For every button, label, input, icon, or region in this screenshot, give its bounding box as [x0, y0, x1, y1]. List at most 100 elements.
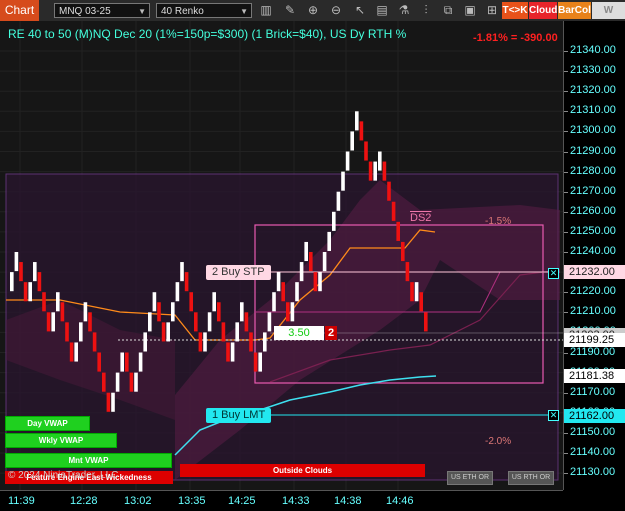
- renko-brick: [396, 221, 400, 241]
- renko-brick: [373, 161, 377, 181]
- y-axis-tick: [564, 71, 568, 73]
- buy-stop-order-tag[interactable]: 2 Buy STP: [206, 265, 271, 280]
- chart-tab[interactable]: Chart: [0, 0, 39, 21]
- us-eth-or-button[interactable]: US ETH OR: [447, 471, 493, 485]
- renko-brick: [359, 121, 364, 141]
- renko-brick: [23, 282, 28, 302]
- cancel-buy-stop-icon[interactable]: ✕: [548, 268, 559, 279]
- renko-brick: [111, 392, 115, 412]
- renko-brick: [263, 332, 267, 352]
- chart-style-icon[interactable]: ⫶: [418, 3, 434, 18]
- bar-chart-icon[interactable]: ▥: [258, 3, 274, 18]
- cancel-buy-limit-icon[interactable]: ✕: [548, 410, 559, 421]
- renko-brick: [166, 322, 170, 342]
- y-axis-label: 21150.00: [570, 425, 616, 438]
- renko-brick: [115, 372, 120, 392]
- renko-brick: [120, 352, 124, 372]
- tk-button[interactable]: T<>K: [502, 2, 528, 19]
- renko-brick: [180, 262, 184, 282]
- renko-brick: [157, 302, 161, 322]
- renko-brick: [226, 342, 230, 362]
- y-axis-label: 21260.00: [570, 204, 616, 217]
- indicators-icon[interactable]: ⊞: [484, 3, 500, 18]
- renko-brick: [152, 292, 157, 312]
- zoom-out-icon[interactable]: ⊖: [328, 3, 344, 18]
- period-label: 40 Renko: [161, 6, 204, 17]
- us-rth-or-button[interactable]: US RTH OR: [508, 471, 554, 485]
- y-axis-tick: [564, 392, 568, 394]
- x-axis-label: 12:28: [70, 495, 98, 507]
- y-axis-label: 21340.00: [570, 44, 616, 56]
- renko-brick: [56, 292, 60, 312]
- time-axis[interactable]: 11:39 12:28 13:02 13:35 14:25 14:33 14:38 14:46: [0, 490, 563, 511]
- renko-brick: [336, 191, 341, 211]
- renko-brick: [345, 151, 350, 171]
- y-axis-tick: [564, 111, 568, 113]
- y-axis-tick: [564, 312, 568, 314]
- y-axis-tick: [564, 453, 568, 454]
- templates-icon[interactable]: ⧉: [440, 3, 456, 18]
- pct-lower-label: -2.0%: [485, 436, 512, 447]
- pct-upper-label: -1.5%: [485, 216, 512, 227]
- renko-brick: [134, 372, 138, 392]
- y-axis-tick: [564, 211, 568, 213]
- x-axis-label: 14:38: [334, 495, 362, 507]
- renko-brick: [28, 282, 32, 302]
- renko-brick: [65, 322, 69, 342]
- y-axis-tick: [564, 91, 568, 93]
- data-box-icon[interactable]: ▤: [374, 3, 390, 18]
- pointer-icon[interactable]: ↖: [352, 3, 368, 18]
- y-axis-tick: [564, 51, 568, 52]
- strategy-icon[interactable]: ⚗: [396, 3, 412, 18]
- renko-brick: [391, 201, 396, 221]
- y-axis-tick: [564, 131, 568, 133]
- last-price-tag: 21199.25: [564, 333, 625, 347]
- y-axis-tick: [564, 231, 568, 233]
- monthly-vwap-button[interactable]: Mnt VWAP: [5, 453, 172, 468]
- renko-brick: [414, 282, 419, 302]
- barcol-button[interactable]: BarCol: [558, 2, 591, 19]
- renko-brick: [203, 332, 207, 352]
- day-vwap-button[interactable]: Day VWAP: [5, 416, 90, 431]
- renko-brick: [171, 302, 175, 322]
- renko-brick: [272, 292, 276, 312]
- renko-brick: [332, 211, 336, 231]
- renko-brick: [33, 262, 37, 282]
- renko-brick: [51, 312, 55, 332]
- renko-brick: [240, 302, 244, 322]
- y-axis-label: 21250.00: [570, 224, 616, 237]
- renko-brick: [230, 342, 235, 362]
- chart-title: RE 40 to 50 (M)NQ Dec 20 (1%=150p=$300) …: [8, 27, 407, 41]
- y-axis-label: 21190.00: [570, 345, 616, 358]
- renko-brick: [198, 332, 203, 352]
- renko-brick: [368, 161, 373, 181]
- renko-brick: [92, 332, 97, 352]
- vwap-toggle-button[interactable]: W VWAP: [592, 2, 625, 33]
- y-axis-tick: [564, 292, 568, 294]
- renko-brick: [276, 272, 281, 292]
- period-selector[interactable]: 40 Renko ▼: [156, 3, 252, 18]
- cloud-button[interactable]: Cloud: [529, 2, 557, 19]
- renko-brick: [221, 322, 226, 342]
- y-axis-tick: [564, 252, 568, 253]
- buy-limit-order-tag[interactable]: 1 Buy LMT: [206, 408, 272, 423]
- renko-brick: [327, 231, 331, 251]
- renko-brick: [309, 252, 313, 272]
- y-axis-tick: [564, 352, 568, 354]
- position-qty[interactable]: 2: [325, 326, 337, 340]
- pencil-icon[interactable]: ✎: [282, 3, 298, 18]
- properties-icon[interactable]: ▣: [462, 3, 478, 18]
- y-axis-label: 21290.00: [570, 144, 616, 157]
- renko-brick: [79, 322, 83, 342]
- renko-brick: [304, 241, 308, 262]
- y-axis-tick: [564, 171, 568, 173]
- renko-brick: [401, 241, 405, 262]
- zoom-in-icon[interactable]: ⊕: [305, 3, 321, 18]
- position-avg-price[interactable]: 3.50: [274, 326, 324, 340]
- outside-clouds-bar[interactable]: Outside Clouds: [180, 464, 425, 477]
- chevron-down-icon: ▼: [240, 7, 248, 16]
- weekly-vwap-button[interactable]: Wkly VWAP: [5, 433, 117, 448]
- renko-brick: [19, 262, 23, 282]
- renko-brick: [189, 292, 193, 312]
- instrument-selector[interactable]: MNQ 03-25 ▼: [54, 3, 150, 18]
